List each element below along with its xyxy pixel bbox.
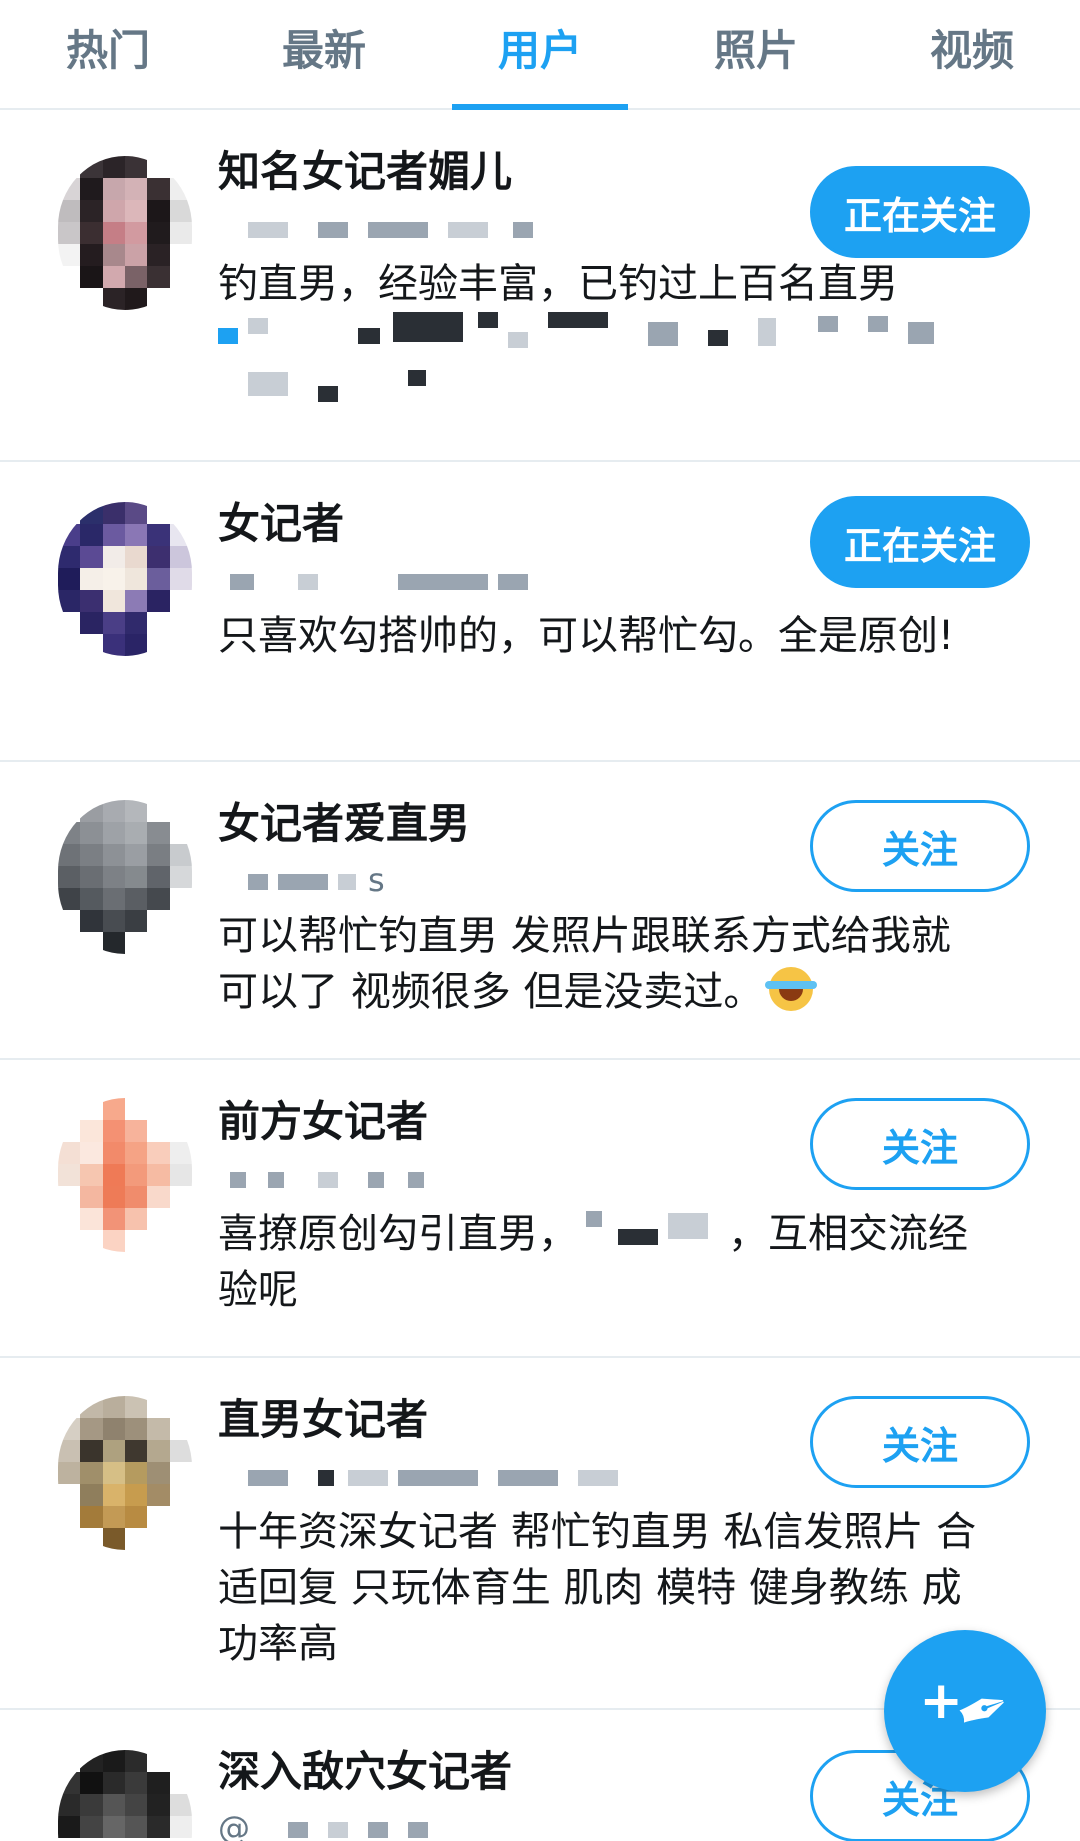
following-button[interactable]: 正在关注: [810, 496, 1030, 588]
list-item[interactable]: 知名女记者媚儿 钓直男，经验丰富，已钓过上百名直男 正在关注: [0, 110, 1080, 462]
list-item[interactable]: 女记者 只喜欢勾搭帅的，可以帮忙勾。全是原创! 正在关注: [0, 462, 1080, 762]
user-bio: 钓直男，经验丰富，已钓过上百名直男: [218, 261, 898, 307]
avatar[interactable]: [58, 1396, 192, 1550]
following-button[interactable]: 正在关注: [810, 166, 1030, 258]
user-bio: 喜撩原创勾引直男， ，互相交流经验呢: [218, 1211, 968, 1313]
avatar[interactable]: [58, 800, 192, 954]
follow-button[interactable]: 关注: [810, 1396, 1030, 1488]
avatar[interactable]: [58, 1750, 192, 1841]
tab-hot[interactable]: 热门: [0, 0, 216, 108]
list-item[interactable]: 女记者爱直男 s 可以帮忙钓直男 发照片跟联系方式给我就可以了 视频很多 但是没…: [0, 762, 1080, 1060]
tab-videos[interactable]: 视频: [864, 0, 1080, 108]
avatar[interactable]: [58, 156, 192, 310]
tab-photos[interactable]: 照片: [648, 0, 864, 108]
compose-button[interactable]: + ✒: [884, 1630, 1046, 1792]
list-item[interactable]: 前方女记者 喜撩原创勾引直男， ，互相交流经验呢 关注: [0, 1060, 1080, 1358]
tab-latest[interactable]: 最新: [216, 0, 432, 108]
tab-users[interactable]: 用户: [432, 0, 648, 110]
user-bio: 可以帮忙钓直男 发照片跟联系方式给我就可以了 视频很多 但是没卖过。: [218, 913, 951, 1015]
top-tab-bar: 热门 最新 用户 照片 视频: [0, 0, 1080, 110]
user-bio: 只喜欢勾搭帅的，可以帮忙勾。全是原创!: [218, 613, 955, 659]
redacted-text: [218, 312, 1040, 432]
avatar[interactable]: [58, 502, 192, 656]
avatar[interactable]: [58, 1098, 192, 1252]
feather-quill-icon: ✒: [945, 1667, 1022, 1755]
joy-emoji: [765, 967, 818, 1011]
user-list: 知名女记者媚儿 钓直男，经验丰富，已钓过上百名直男 正在关注 女记者 只喜欢勾搭…: [0, 110, 1080, 1841]
redacted-text: [578, 1211, 728, 1251]
follow-button[interactable]: 关注: [810, 1098, 1030, 1190]
follow-button[interactable]: 关注: [810, 800, 1030, 892]
